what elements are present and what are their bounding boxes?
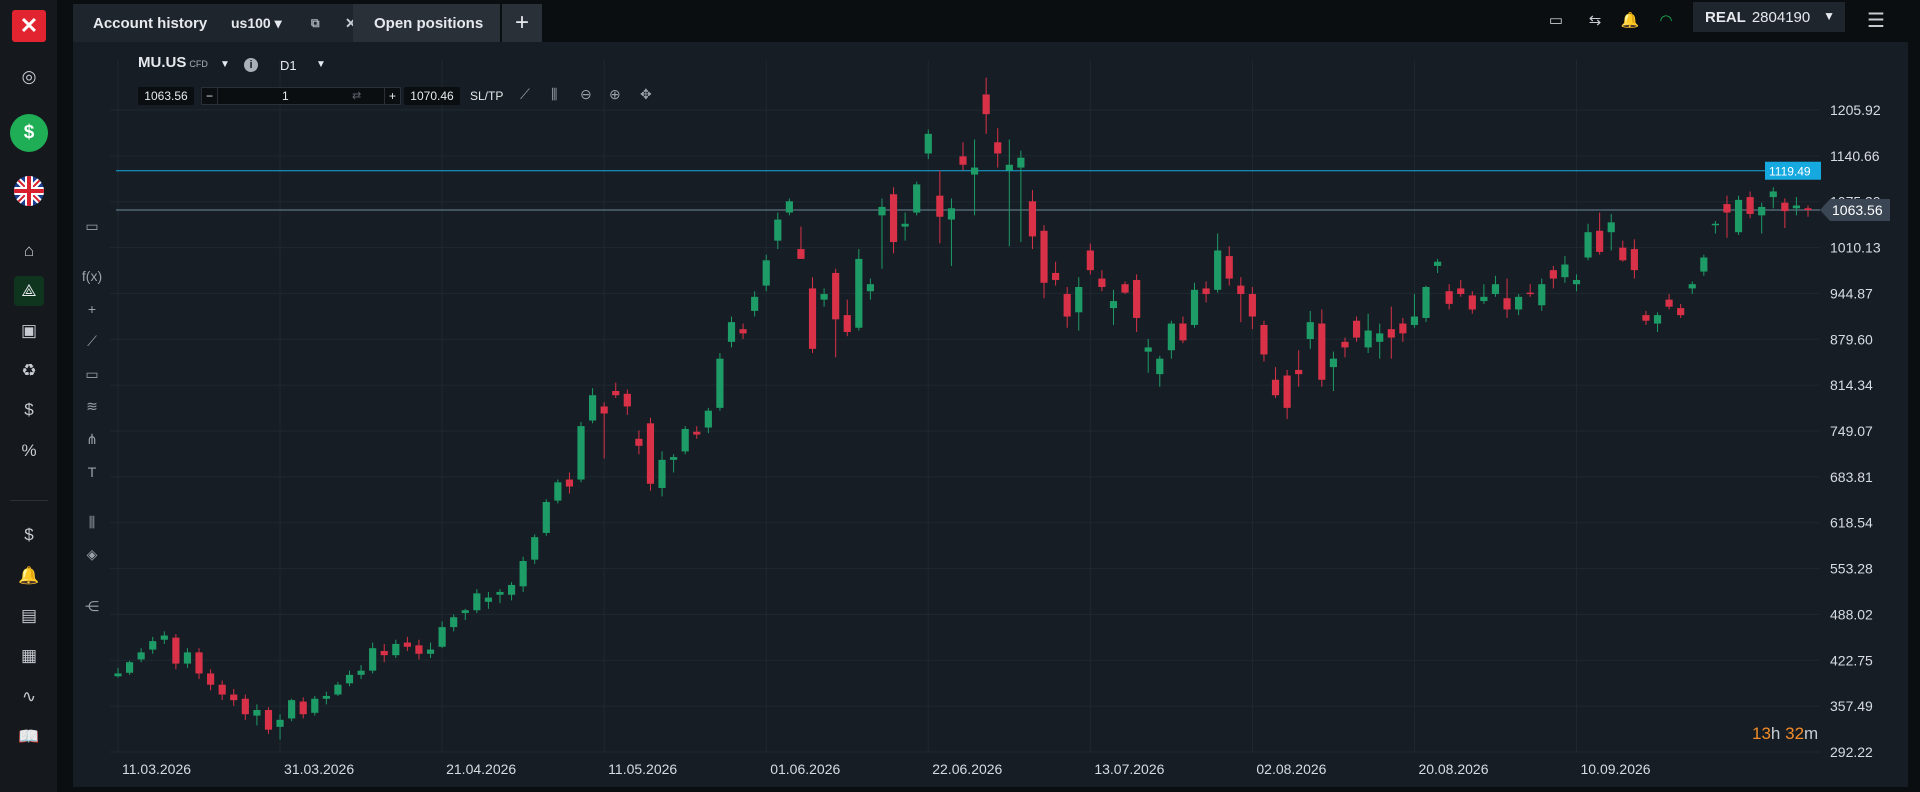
- workspace-label: us100: [231, 14, 271, 31]
- candles-icon[interactable]: ⫼: [551, 86, 557, 103]
- sltp-button[interactable]: SL/TP: [470, 89, 503, 103]
- market-watch-icon[interactable]: ⟁: [14, 276, 44, 306]
- analytics-icon[interactable]: ∿: [14, 682, 44, 712]
- volume-increase-button[interactable]: +: [384, 88, 400, 104]
- education-icon[interactable]: 📖: [14, 722, 44, 752]
- account-selector[interactable]: REAL 2804190 ▼: [1693, 2, 1845, 32]
- layers-icon[interactable]: ◈: [76, 540, 108, 568]
- transfer-icon[interactable]: $: [14, 520, 44, 550]
- popout-icon[interactable]: ⧉: [311, 16, 320, 31]
- top-bar: Account history us100 ▾ ⧉ ✕ Open positio…: [58, 0, 1920, 42]
- news-icon[interactable]: ▣: [14, 316, 44, 346]
- timeframe-label: D1: [280, 58, 297, 73]
- chart-type-icon[interactable]: ⫼: [76, 508, 108, 536]
- pitchfork-icon[interactable]: ⋔: [76, 425, 108, 453]
- transfer-icon[interactable]: ⇆: [1583, 8, 1607, 32]
- symbol-tag: CFD: [189, 59, 208, 69]
- uk-flag-icon[interactable]: [14, 176, 44, 206]
- symbol-dropdown-icon[interactable]: ▼: [220, 59, 230, 70]
- zoom-in-icon[interactable]: ⊕: [609, 86, 621, 103]
- timeframe-selector[interactable]: D1: [280, 58, 297, 73]
- coin-icon[interactable]: $: [14, 395, 44, 425]
- left-sidebar: ✕ ◎ $ ⌂ ⟁ ▣ ♻ $% $ 🔔 ▤ ▦ ∿ 📖: [0, 0, 58, 792]
- timer-minutes-unit: m: [1804, 724, 1819, 743]
- menu-icon[interactable]: ☰: [1864, 8, 1888, 32]
- volume-decrease-button[interactable]: −: [202, 88, 218, 104]
- alerts-icon[interactable]: 🔔: [14, 561, 44, 591]
- home-icon[interactable]: ⌂: [14, 236, 44, 266]
- uk-flag-graphic: [14, 176, 44, 206]
- timer-minutes: 32: [1785, 724, 1805, 743]
- reports-icon[interactable]: ▤: [14, 601, 44, 631]
- candle-timer: 13h 32m: [1752, 724, 1818, 744]
- timeframe-dropdown-icon[interactable]: ▼: [316, 59, 326, 70]
- rectangle-icon[interactable]: ▭: [76, 360, 108, 388]
- crosshair-icon[interactable]: +: [76, 295, 108, 323]
- fibonacci-icon[interactable]: ≋: [76, 392, 108, 420]
- tab-account-history[interactable]: Account history us100 ▾ ⧉ ✕: [73, 4, 363, 42]
- symbol-selector[interactable]: MU.US CFD: [138, 54, 208, 71]
- rail-divider: [10, 500, 48, 501]
- symbol-name: MU.US: [138, 54, 187, 71]
- text-tool-icon[interactable]: T: [76, 458, 108, 486]
- account-mode: REAL: [1705, 8, 1746, 26]
- chevron-down-icon: ▼: [1823, 9, 1835, 23]
- calendar-icon[interactable]: ▦: [14, 641, 44, 671]
- trendline-icon[interactable]: ⟋: [76, 327, 108, 355]
- brand-logo[interactable]: ✕: [12, 10, 46, 42]
- workspace-selector[interactable]: us100 ▾: [231, 15, 282, 32]
- sell-price-button[interactable]: 1063.56: [138, 87, 194, 105]
- indicators-icon[interactable]: f(x): [76, 262, 108, 290]
- volume-input[interactable]: − 1 ⇄ +: [201, 87, 401, 105]
- buy-price-button[interactable]: 1070.46: [404, 87, 460, 105]
- add-tab-button[interactable]: +: [502, 4, 542, 42]
- balance-icon[interactable]: ◎: [14, 62, 44, 92]
- share-icon[interactable]: ⋲: [76, 592, 108, 620]
- tab-account-history-label: Account history: [93, 14, 208, 32]
- swap-icon[interactable]: ⇄: [352, 89, 361, 102]
- chart-panel: [72, 42, 1908, 787]
- crosshair-move-icon[interactable]: ✥: [640, 86, 652, 103]
- notifications-icon[interactable]: 🔔: [1618, 8, 1642, 32]
- fullscreen-icon[interactable]: ▭: [1544, 8, 1568, 32]
- deposit-button[interactable]: $: [10, 114, 48, 152]
- timer-hours: 13: [1752, 724, 1771, 743]
- info-icon[interactable]: i: [244, 58, 258, 72]
- account-number: 2804190: [1751, 8, 1811, 26]
- percent-icon[interactable]: %: [14, 436, 44, 466]
- connection-icon: ◠: [1659, 12, 1673, 29]
- tab-open-positions[interactable]: Open positions: [353, 4, 500, 42]
- piggy-bank-icon[interactable]: ♻: [14, 356, 44, 386]
- layout-icon[interactable]: ▭: [76, 212, 108, 240]
- zoom-out-icon[interactable]: ⊖: [580, 86, 592, 103]
- timer-hours-unit: h: [1770, 724, 1781, 743]
- tab-open-positions-label: Open positions: [374, 14, 484, 32]
- line-chart-icon[interactable]: ⟋: [520, 86, 530, 103]
- volume-value: 1: [282, 89, 289, 103]
